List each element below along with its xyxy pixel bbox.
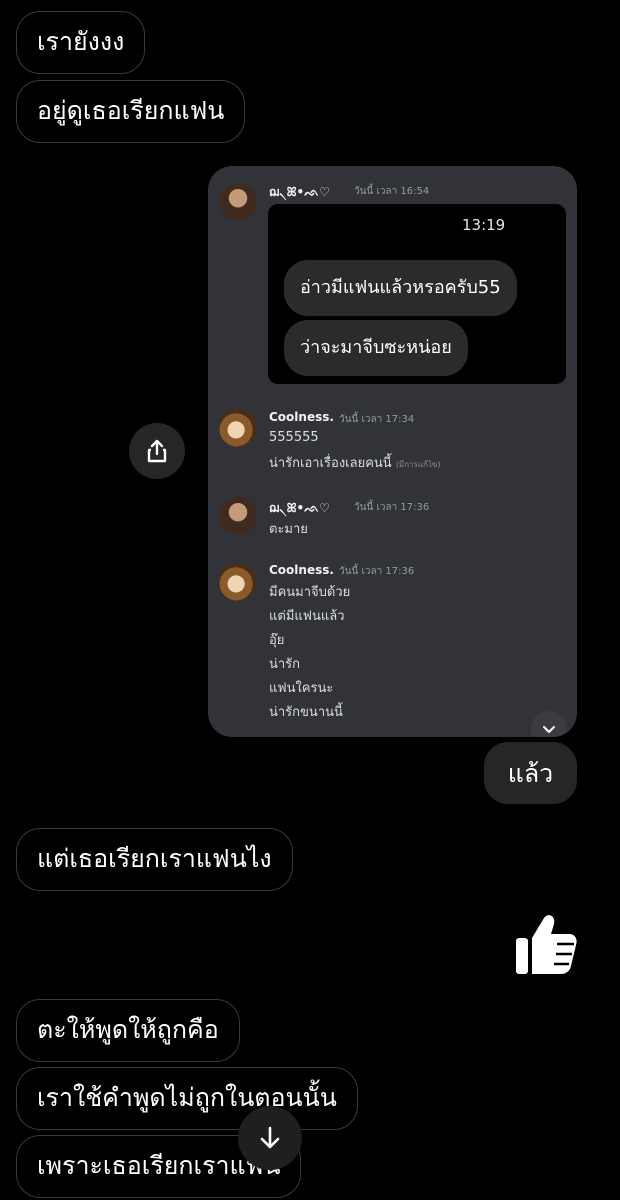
message-line: น่ารัก [269, 657, 301, 672]
sender-name: Coolness. [269, 410, 334, 424]
message-line: มีคนมาจีบด้วย [269, 585, 351, 600]
message-bubble[interactable]: เรายังงง [16, 11, 146, 74]
avatar [219, 563, 257, 601]
sender-name: ฌ৲ꕤ•ᨒ♡ [269, 501, 330, 515]
message-text: ตะมาย [269, 522, 308, 537]
message-text: น่ารักเอาเรื่องเลยคนนี้ (มีการแก้ไข) [269, 452, 440, 477]
thumbs-up-icon[interactable] [514, 912, 578, 976]
sender-name: Coolness. [269, 563, 334, 577]
avatar [219, 409, 257, 447]
message-bubble[interactable]: แต่เธอเรียกเราแฟนไง [16, 828, 293, 891]
message-text: 555555 [269, 430, 319, 445]
message-line: น่ารักขนานนี้ [269, 705, 343, 720]
message-line: น่ารักเอาเรื่องเลยคนนี้ [269, 456, 392, 471]
message-bubble[interactable]: เราใช้คำพูดไม่ถูกในตอนนั้น [16, 1067, 358, 1130]
timestamp: วันนี้ เวลา 16:54 [354, 186, 430, 197]
avatar [219, 183, 257, 221]
message-bubble[interactable]: ตะให้พูดให้ถูกคือ [16, 999, 240, 1062]
message-bubble[interactable]: อยู่ดูเธอเรียกแฟน [16, 80, 246, 143]
avatar [219, 497, 257, 535]
quoted-bubble: ว่าจะมาจีบซะหน่อย [284, 320, 468, 376]
arrow-down-icon [260, 1126, 280, 1149]
message-line: อุ๊ย [269, 633, 285, 648]
share-button[interactable] [129, 423, 185, 479]
chevron-down-icon [543, 726, 555, 733]
timestamp: วันนี้ เวลา 17:36 [354, 502, 430, 513]
inner-time: 13:19 [462, 216, 506, 234]
timestamp: วันนี้ เวลา 17:34 [339, 414, 415, 425]
edited-label: (มีการแก้ไข) [395, 460, 441, 469]
jump-down-button[interactable] [531, 711, 567, 737]
sender-name: ฌ৲ꕤ•ᨒ♡ [269, 185, 330, 199]
scroll-to-bottom-button[interactable] [238, 1106, 302, 1170]
message-bubble-outgoing[interactable]: แล้ว [484, 742, 577, 804]
message-line: แต่มีแฟนแล้ว [269, 609, 345, 624]
quoted-bubble: อ่าวมีแฟนแล้วหรอครับ55 [284, 260, 517, 316]
quoted-screenshot: 13:19 อ่าวมีแฟนแล้วหรอครับ55 ว่าจะมาจีบซ… [268, 204, 566, 384]
message-line: แฟนใครนะ [269, 681, 334, 696]
message-text: มีคนมาจีบด้วย แต่มีแฟนแล้ว อุ๊ย น่ารัก แ… [269, 581, 350, 725]
share-icon [147, 439, 167, 463]
shared-screenshot[interactable]: ฌ৲ꕤ•ᨒ♡ วันนี้ เวลา 16:54 13:19 อ่าวมีแฟน… [208, 166, 577, 737]
timestamp: วันนี้ เวลา 17:36 [339, 566, 415, 577]
